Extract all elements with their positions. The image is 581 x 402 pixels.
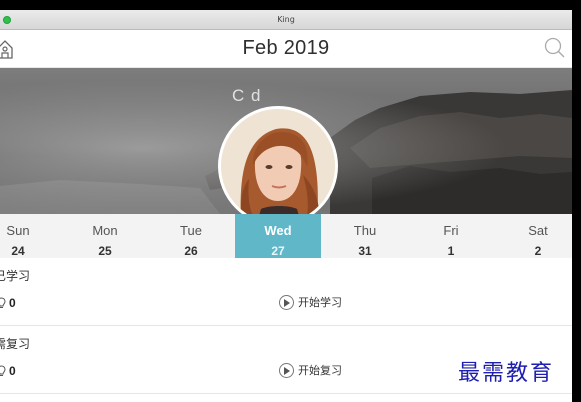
user-avatar[interactable] <box>218 106 338 214</box>
day-name: Mon <box>92 223 118 238</box>
month-title[interactable]: Feb 2019 <box>0 37 572 60</box>
day-wed-selected[interactable]: Wed 27 <box>235 214 321 258</box>
lightbulb-icon <box>0 365 6 380</box>
day-name: Sun <box>6 223 30 238</box>
day-date: 1 <box>447 244 455 258</box>
day-mon[interactable]: Mon 25 <box>62 214 148 258</box>
start-review-button[interactable]: 开始复习 <box>279 362 342 378</box>
day-name: Fri <box>443 223 459 238</box>
day-sat[interactable]: Sat 2 <box>495 214 572 258</box>
day-name: Wed <box>264 223 292 238</box>
day-fri[interactable]: Fri 1 <box>408 214 494 258</box>
day-date: 27 <box>271 244 285 258</box>
window-control-dot[interactable] <box>3 16 11 24</box>
banner-caption: C d <box>232 86 262 105</box>
lightbulb-icon <box>0 297 6 312</box>
watermark-logo: 最需教育 <box>458 355 555 387</box>
play-icon <box>279 363 294 378</box>
day-tue[interactable]: Tue 26 <box>148 214 234 258</box>
learned-count: 0 <box>0 296 16 312</box>
day-date: 25 <box>98 244 112 258</box>
profile-banner: C d <box>0 68 572 214</box>
section-title: 需复习 <box>0 337 31 351</box>
week-bar: Sun 24 Mon 25 Tue 26 Wed 27 Thu 31 Fri 1… <box>0 214 572 258</box>
search-icon[interactable] <box>543 36 567 65</box>
day-sun[interactable]: Sun 24 <box>0 214 61 258</box>
app-window: King Feb 2019 C d Sun 24 Mon 25 Tue 26 W… <box>0 10 572 402</box>
start-learning-button[interactable]: 开始学习 <box>279 294 342 310</box>
day-name: Tue <box>180 223 202 238</box>
action-label: 开始复习 <box>298 365 342 377</box>
count-value: 0 <box>9 364 16 378</box>
action-label: 开始学习 <box>298 297 342 309</box>
review-count: 0 <box>0 364 16 380</box>
day-thu[interactable]: Thu 31 <box>322 214 408 258</box>
learned-section: 已学习 0 开始学习 <box>0 258 572 326</box>
day-name: Thu <box>353 223 377 238</box>
play-icon <box>279 295 294 310</box>
calendar-header: Feb 2019 <box>0 30 572 68</box>
day-date: 31 <box>358 244 372 258</box>
count-value: 0 <box>9 296 16 310</box>
day-name: Sat <box>528 223 548 238</box>
day-date: 2 <box>534 244 542 258</box>
title-bar: King <box>0 10 572 30</box>
section-title: 已学习 <box>0 269 31 283</box>
window-title: King <box>277 15 295 24</box>
day-date: 26 <box>184 244 198 258</box>
day-date: 24 <box>11 244 25 258</box>
